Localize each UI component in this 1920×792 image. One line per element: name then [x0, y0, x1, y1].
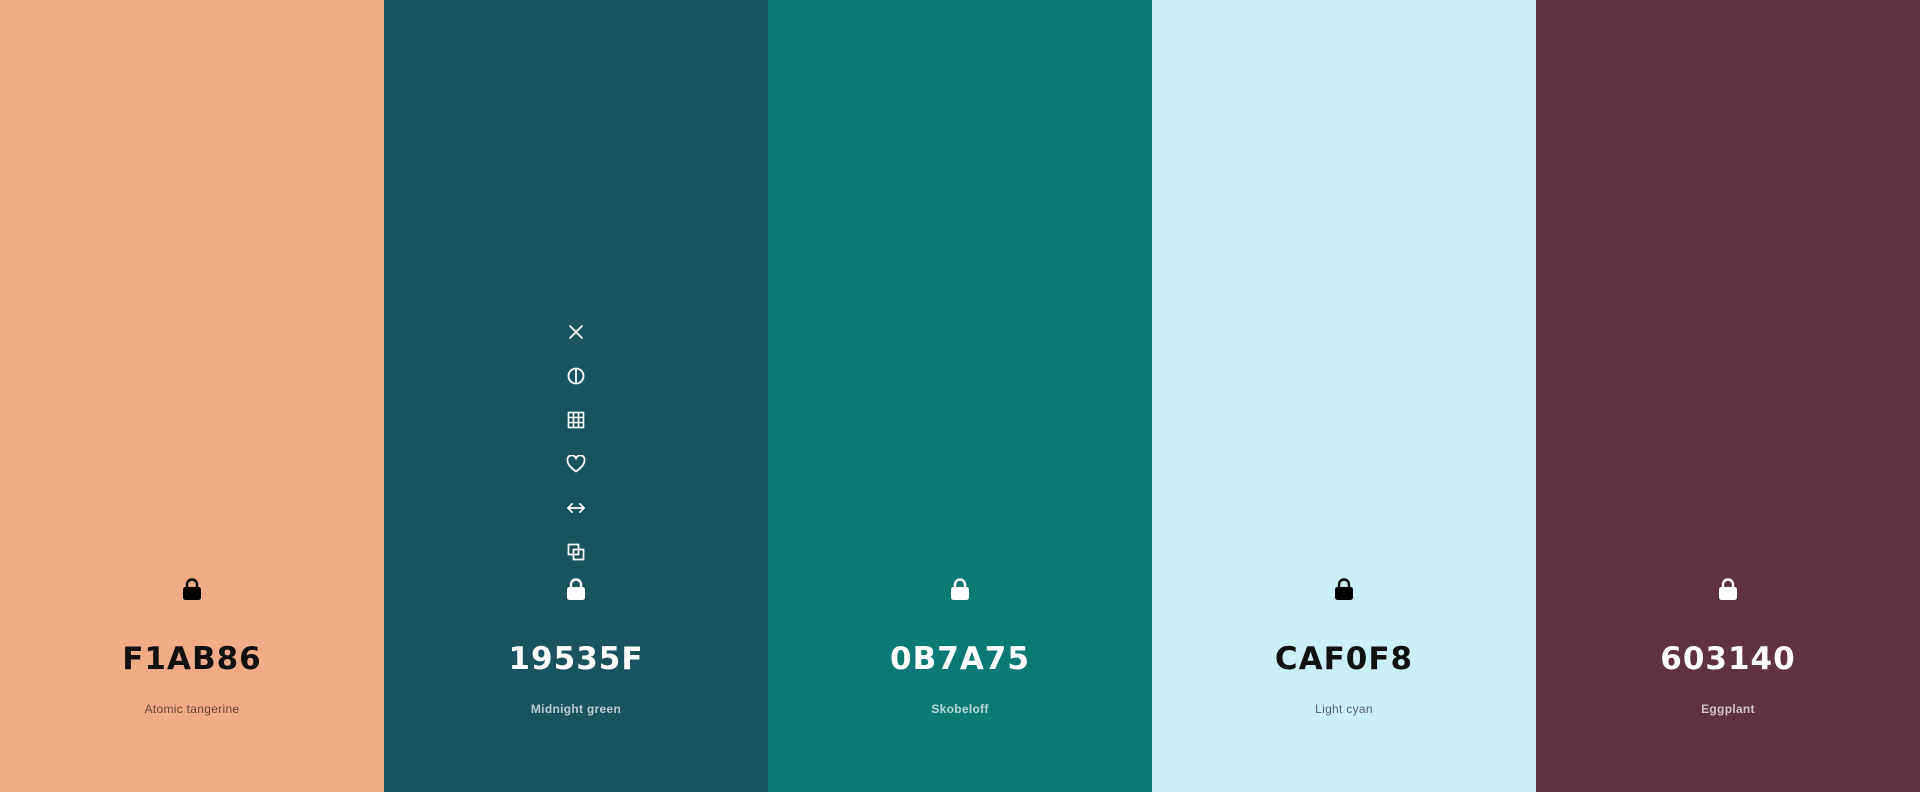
lock-icon[interactable] [1706, 567, 1750, 611]
color-swatch-4[interactable]: CAF0F8 Light cyan [1152, 0, 1536, 792]
contrast-icon[interactable] [554, 354, 598, 398]
color-name: Eggplant [1701, 702, 1755, 716]
color-name: Light cyan [1315, 702, 1373, 716]
shades-icon[interactable] [554, 398, 598, 442]
lock-icon[interactable] [170, 567, 214, 611]
hex-code[interactable]: CAF0F8 [1152, 641, 1536, 677]
lock-icon[interactable] [1322, 567, 1366, 611]
color-swatch-5[interactable]: 603140 Eggplant [1536, 0, 1920, 792]
color-swatch-1[interactable]: F1AB86 Atomic tangerine [0, 0, 384, 792]
color-palette: F1AB86 Atomic tangerine 19535F Midnight … [0, 0, 1920, 792]
color-name: Midnight green [530, 702, 622, 716]
swatch-toolbar [554, 310, 598, 574]
color-name: Skobeloff [931, 702, 989, 716]
hex-code[interactable]: F1AB86 [0, 641, 384, 677]
hex-code[interactable]: 603140 [1536, 641, 1920, 677]
color-swatch-2[interactable]: 19535F Midnight green [384, 0, 768, 792]
lock-icon[interactable] [554, 567, 598, 611]
lock-icon[interactable] [938, 567, 982, 611]
hex-code[interactable]: 19535F [384, 641, 768, 677]
close-icon[interactable] [554, 310, 598, 354]
drag-icon[interactable] [554, 486, 598, 530]
color-swatch-3[interactable]: 0B7A75 Skobeloff [768, 0, 1152, 792]
heart-icon[interactable] [554, 442, 598, 486]
color-name: Atomic tangerine [144, 702, 240, 716]
hex-code[interactable]: 0B7A75 [768, 641, 1152, 677]
